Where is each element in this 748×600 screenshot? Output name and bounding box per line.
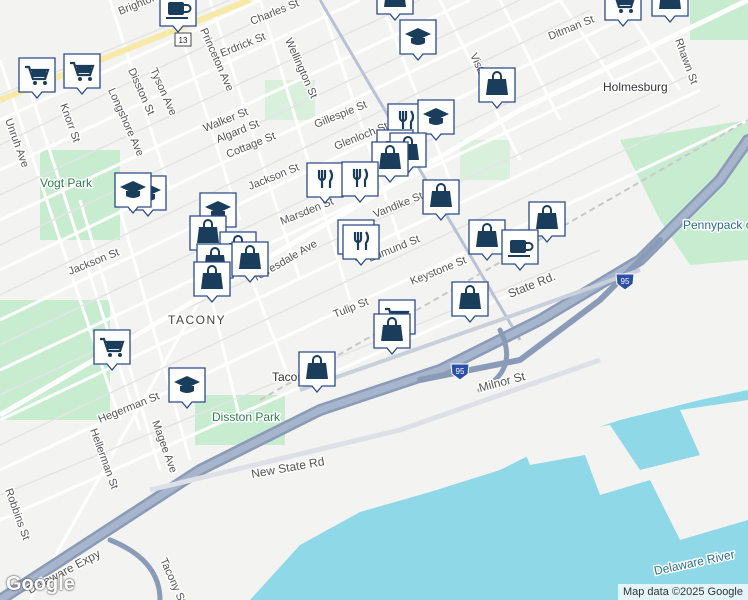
shopping-bag-pin[interactable]	[478, 67, 516, 110]
restaurant-pin[interactable]	[342, 224, 380, 267]
svg-text:95: 95	[621, 277, 630, 286]
education-pin[interactable]	[399, 19, 437, 62]
map-canvas[interactable]: Brighton St Charles St Princeton Ave Erd…	[0, 0, 748, 600]
shopping-bag-pin[interactable]	[422, 179, 460, 222]
park-label: Vogt Park	[40, 176, 93, 190]
place-label: Holmesburg	[603, 80, 668, 94]
map-attribution[interactable]: Map data ©2025 Google	[617, 584, 748, 600]
shopping-bag-icon	[658, 0, 682, 10]
grocery-cart-pin[interactable]	[18, 57, 56, 100]
grocery-cart-pin[interactable]	[63, 53, 101, 96]
grocery-cart-pin[interactable]	[93, 329, 131, 372]
svg-text:13: 13	[179, 36, 188, 45]
shopping-bag-pin[interactable]	[231, 241, 269, 284]
google-logo: Google	[6, 573, 75, 595]
shopping-bag-pin[interactable]	[451, 281, 489, 324]
svg-text:95: 95	[456, 367, 465, 376]
restaurant-pin[interactable]	[306, 162, 344, 205]
restaurant-pin[interactable]	[341, 161, 379, 204]
green-patch	[460, 140, 510, 180]
cafe-pin[interactable]	[501, 229, 539, 272]
park-label: Disston Park	[212, 410, 281, 424]
shopping-bag-pin[interactable]	[193, 261, 231, 304]
shopping-bag-pin[interactable]	[373, 313, 411, 356]
shopping-bag-pin[interactable]	[298, 351, 336, 394]
neighborhood-label: TACONY	[168, 313, 226, 327]
shopping-bag-icon	[383, 0, 407, 8]
us-13-shield: 13	[174, 32, 192, 47]
water-label: Pennypack on the Delaware	[683, 218, 748, 232]
education-pin[interactable]	[114, 172, 152, 215]
shopping-bag-pin[interactable]	[468, 219, 506, 262]
education-pin[interactable]	[168, 367, 206, 410]
pier	[690, 262, 748, 338]
